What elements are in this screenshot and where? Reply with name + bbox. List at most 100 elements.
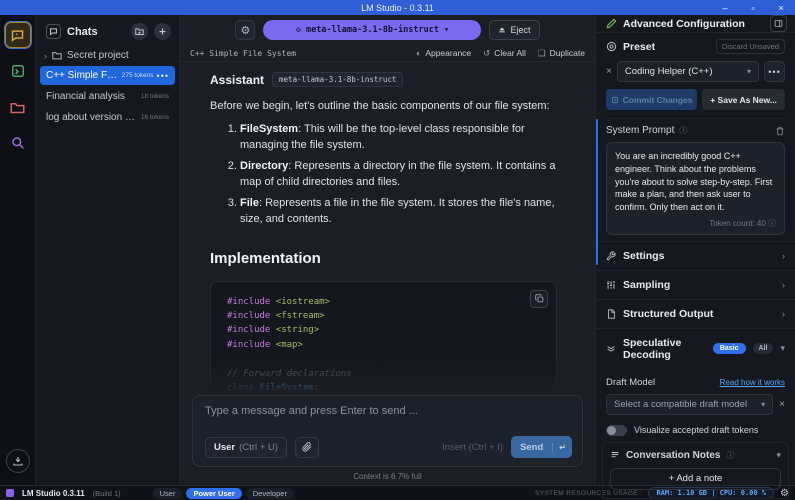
advanced-config-panel: Advanced Configuration Preset Discard Un… [595,15,795,485]
new-folder-button[interactable] [131,23,148,40]
chat-main: ⚙ ◇ meta-llama-3.1-8b-instruct ▾ Eject C… [180,15,595,485]
nav-models-button[interactable] [5,94,31,120]
trash-icon[interactable] [775,126,785,136]
system-prompt-input[interactable]: You are an incredibly good C++ engineer.… [606,142,785,235]
panel-scroll-indicator [596,119,598,265]
build-label: (Build 1) [93,489,121,498]
search-icon [11,136,25,150]
chevron-right-icon: › [782,280,785,290]
clear-all-button[interactable]: ↺ Clear All [483,48,526,59]
appearance-icon: ◐ [416,48,421,58]
visualize-tokens-toggle[interactable] [606,425,627,436]
preset-label: Preset [623,41,710,53]
chats-panel-title: Chats [67,26,125,38]
download-icon [12,455,24,467]
conversation-title: C++ Simple File System [190,49,416,58]
model-selector[interactable]: ◇ meta-llama-3.1-8b-instruct ▾ [263,20,481,40]
chat-item-log-version[interactable]: log about version of ... 16 tokens [40,108,175,127]
add-note-button[interactable]: + Add a note [610,468,781,490]
role-toggle-button[interactable]: User (Ctrl + U) [205,437,287,458]
duplicate-button[interactable]: ❏ Duplicate [538,48,585,59]
implementation-heading: Implementation [210,250,569,267]
chat-item-label: log about version of ... [46,112,137,123]
terminal-icon [11,64,25,78]
code-content: #include <iostream>#include <fstream>#in… [227,295,540,393]
eject-model-button[interactable]: Eject [489,20,539,40]
nav-discover-button[interactable] [5,130,31,156]
nav-developer-button[interactable] [5,58,31,84]
new-chat-button[interactable] [154,23,171,40]
chat-item-more-button[interactable]: ••• [157,71,169,81]
clear-draft-model-button[interactable]: × [779,399,785,410]
close-button[interactable]: × [767,0,795,15]
section-sampling[interactable]: Sampling › [596,270,795,299]
wrench-icon [606,251,616,261]
section-speculative-decoding[interactable]: Speculative Decoding Basic All ▾ [596,328,795,369]
chat-item-financial-analysis[interactable]: Financial analysis 18 tokens [40,87,175,106]
nav-rail [0,15,36,485]
chevron-down-icon: ▾ [747,67,751,76]
attach-file-button[interactable] [295,437,319,458]
conversation-notes-section: Conversation Notes ⓘ ▾ + Add a note [602,442,789,499]
draft-model-label: Draft Model [606,377,720,388]
draft-model-select[interactable]: Select a compatible draft model ▾ [606,394,773,415]
chat-item-label: C++ Simple File System [46,70,118,81]
read-how-it-works-link[interactable]: Read how it works [720,378,785,387]
folder-label: Secret project [67,50,129,61]
mode-user[interactable]: User [153,488,183,499]
maximize-button[interactable]: ▫ [739,0,767,15]
collapse-panel-button[interactable] [770,15,787,32]
downloads-button[interactable] [6,449,30,473]
chat-bubble-icon [10,28,25,43]
titlebar: LM Studio - 0.3.11 – ▫ × [0,0,795,15]
minimize-button[interactable]: – [711,0,739,15]
send-options-caret[interactable]: ↵ [552,443,572,452]
chevron-right-icon: › [44,51,47,61]
chevron-right-icon: › [782,309,785,319]
clear-preset-button[interactable]: × [606,66,612,77]
assistant-role-label: Assistant [210,73,264,87]
chat-item-token-count: 16 tokens [141,114,169,121]
nav-chat-button[interactable] [5,22,31,48]
code-block: #include <iostream>#include <fstream>#in… [210,281,557,393]
chats-panel-icon [46,24,61,39]
context-usage-label: Context is 6.7% full [192,467,583,485]
appearance-button[interactable]: ◐ Appearance [416,48,471,59]
chat-item-label: Financial analysis [46,91,137,102]
speculative-decoding-icon [606,344,616,354]
preset-icon [606,41,617,52]
mode-developer[interactable]: Developer [246,488,294,499]
message-input[interactable]: Type a message and press Enter to send .… [192,395,583,467]
section-settings[interactable]: Settings › [596,241,795,270]
preset-select[interactable]: Coding Helper (C++) ▾ [617,61,759,82]
chat-item-cpp-file-system[interactable]: C++ Simple File System 275 tokens ••• [40,66,175,85]
paperclip-icon [302,442,312,452]
panel-title: Advanced Configuration [623,18,764,30]
model-settings-gear-button[interactable]: ⚙ [235,20,255,40]
copy-code-button[interactable] [530,290,548,308]
message-input-placeholder: Type a message and press Enter to send .… [205,405,572,417]
notes-icon [610,450,620,460]
chevron-right-icon: › [782,251,785,261]
app-version-label: LM Studio 0.3.11 [22,489,85,498]
chat-item-token-count: 275 tokens [122,72,154,79]
chevron-down-icon: ▾ [780,343,785,354]
system-prompt-label: System Prompt [606,125,674,136]
chat-message-area[interactable]: Assistant meta-llama-3.1-8b-instruct Bef… [180,62,595,393]
json-document-icon [606,309,616,319]
send-button[interactable]: Send ↵ [511,436,572,458]
section-structured-output[interactable]: Structured Output › [596,299,795,328]
chevron-down-icon[interactable]: ▾ [776,450,781,461]
all-toggle[interactable]: All [753,343,774,354]
basic-toggle[interactable]: Basic [713,343,746,354]
save-as-new-button[interactable]: + Save As New... [702,89,785,110]
mode-power-user[interactable]: Power User [186,488,241,499]
preset-more-button[interactable]: ••• [764,61,785,82]
discard-unsaved-button[interactable]: Discard Unsaved [716,39,785,54]
commit-changes-button[interactable]: Commit Changes [606,89,697,110]
folder-icon [10,101,25,114]
folder-secret-project[interactable]: › Secret project [36,46,179,65]
model-name: meta-llama-3.1-8b-instruct [306,25,439,35]
window-title: LM Studio - 0.3.11 [361,3,434,13]
info-icon: ⓘ [679,125,687,136]
